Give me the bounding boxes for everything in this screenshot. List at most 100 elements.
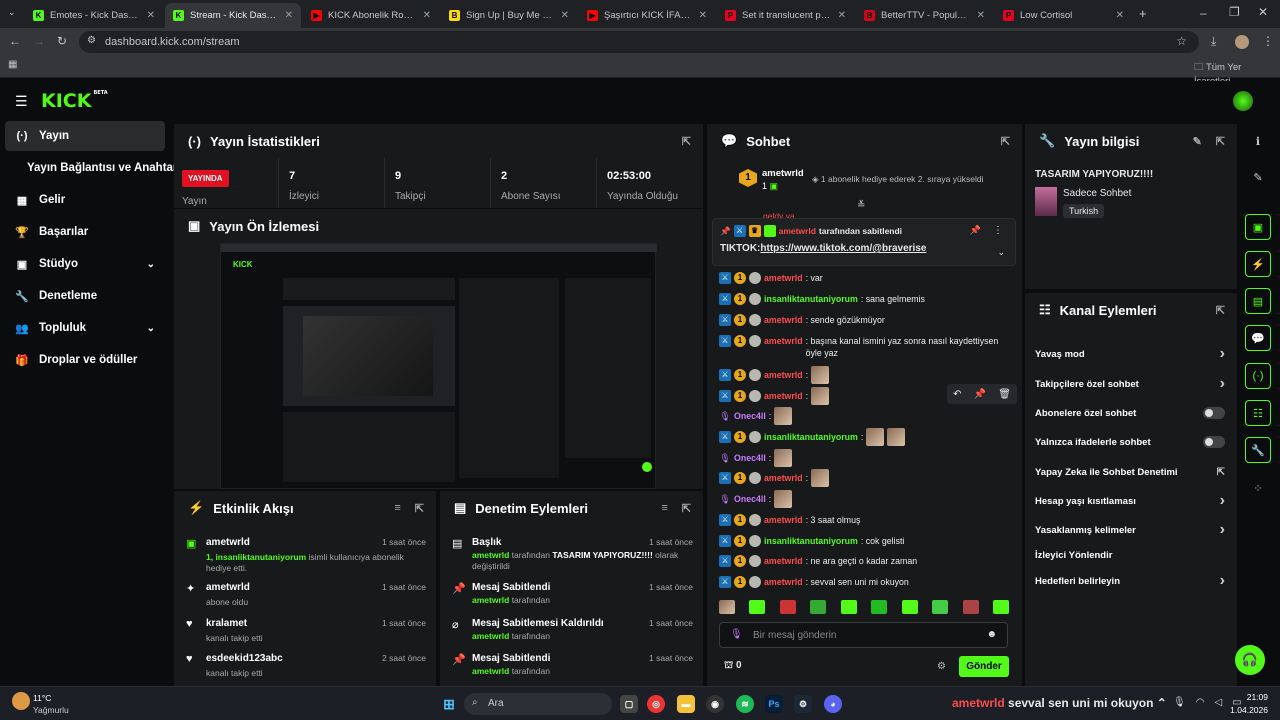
chat-username[interactable]: insanliktanutaniyorum bbox=[764, 293, 858, 305]
menu-kebab-icon[interactable]: ⋮ bbox=[1262, 34, 1274, 48]
channel-action-item[interactable]: Yalnızca ifadelerle sohbet bbox=[1035, 433, 1225, 451]
broadcast-icon[interactable]: (·) bbox=[1245, 363, 1271, 389]
chat-username[interactable]: Onec4ll bbox=[734, 493, 766, 505]
chat-message[interactable]: 🎙 Onec4ll: bbox=[719, 490, 1012, 508]
chat-message[interactable]: ⚔ 1 insanliktanutaniyorum: sana gelmemis bbox=[719, 293, 1012, 305]
restore-icon[interactable]: ❐ bbox=[1229, 5, 1240, 19]
mic-icon[interactable]: 🎙 bbox=[730, 629, 743, 640]
browser-tab[interactable]: B BetterTTV - Popular Emot ✕ bbox=[856, 3, 993, 28]
obs-icon[interactable]: ◉ bbox=[706, 695, 724, 713]
chat-message[interactable]: ⚔ 1 ametwrld: bbox=[719, 469, 1012, 487]
sidebar-item[interactable]: 👥 Topluluk ⌄ bbox=[5, 313, 165, 343]
sliders-icon[interactable]: ☷ bbox=[1245, 400, 1271, 426]
chat-message[interactable]: ⚔ 1 insanliktanutaniyorum: cok gelisti bbox=[719, 535, 1012, 547]
emote-icon[interactable] bbox=[749, 600, 766, 614]
volume-icon[interactable]: ◁ bbox=[1214, 697, 1222, 708]
channel-action-item[interactable]: Abonelere özel sohbet bbox=[1035, 404, 1225, 422]
channel-action-item[interactable]: Takipçilere özel sohbet › bbox=[1035, 375, 1225, 393]
browser-tab[interactable]: B Sign Up | Buy Me a Coffee ✕ bbox=[441, 3, 577, 28]
browser-tab[interactable]: K Emotes - Kick Dashboard ✕ bbox=[25, 3, 163, 28]
browser-tab[interactable]: P Set it translucent panosu ✕ bbox=[717, 3, 854, 28]
chat-message[interactable]: ⚔ 1 ametwrld: sevval sen uni mi okuyon bbox=[719, 576, 1012, 588]
popout-icon[interactable]: ⇱ bbox=[1001, 135, 1010, 148]
pinned-link[interactable]: https://www.tiktok.com/@braverise bbox=[760, 243, 926, 254]
sidebar-item[interactable]: ▣ Stüdyo ⌄ bbox=[5, 249, 165, 279]
windows-start-icon[interactable]: ⊞ bbox=[440, 695, 458, 713]
sidebar-item[interactable]: 🎁 Droplar ve ödüller bbox=[5, 345, 165, 375]
clock[interactable]: 21:09 1.04.2026 bbox=[1226, 692, 1268, 715]
channel-action-item[interactable]: Yavaş mod › bbox=[1035, 345, 1225, 363]
emote-icon[interactable] bbox=[779, 600, 796, 614]
filter-icon[interactable]: ≡ bbox=[661, 502, 667, 515]
top-gifter-name[interactable]: ametwrld bbox=[762, 168, 804, 179]
reply-icon[interactable]: ↶ bbox=[953, 389, 961, 400]
chat-settings-icon[interactable]: ⚙ bbox=[937, 661, 946, 672]
wifi-icon[interactable]: ◠ bbox=[1196, 697, 1205, 708]
sidebar-item[interactable]: (·) Yayın bbox=[5, 121, 165, 151]
hamburger-menu-icon[interactable]: ☰ bbox=[15, 93, 28, 110]
profile-avatar[interactable] bbox=[1235, 35, 1249, 49]
chevron-up-icon[interactable]: ⌃ bbox=[1157, 696, 1167, 710]
edit-icon[interactable]: ✎ bbox=[1245, 164, 1271, 190]
wrench-icon[interactable]: 🔧 bbox=[1245, 437, 1271, 463]
pin-icon[interactable]: 📌 bbox=[974, 389, 986, 400]
sidebar-item[interactable]: Yayın Bağlantısı ve Anahtarı bbox=[5, 153, 181, 183]
emote-icon[interactable] bbox=[992, 600, 1009, 614]
tab-close-icon[interactable]: ✕ bbox=[699, 10, 707, 21]
channel-points[interactable]: ⛫ 0 bbox=[724, 660, 742, 673]
stream-preview-video[interactable]: KICK bbox=[220, 243, 657, 489]
close-window-icon[interactable]: ✕ bbox=[1258, 5, 1268, 19]
chat-message[interactable]: ⚔ 1 insanliktanutaniyorum: bbox=[719, 428, 1012, 446]
kick-logo[interactable]: KICK BETA bbox=[41, 90, 108, 112]
tab-close-icon[interactable]: ✕ bbox=[977, 10, 985, 21]
tab-close-icon[interactable]: ✕ bbox=[561, 10, 569, 21]
channel-action-item[interactable]: Hesap yaşı kısıtlaması › bbox=[1035, 492, 1225, 510]
discord-icon[interactable]: ◕ bbox=[824, 695, 842, 713]
toggle-switch[interactable] bbox=[1203, 407, 1225, 419]
document-icon[interactable]: ▤ bbox=[1245, 288, 1271, 314]
toggle-switch[interactable] bbox=[1203, 436, 1225, 448]
bookmark-star-icon[interactable]: ☆ bbox=[1176, 34, 1187, 48]
tab-close-icon[interactable]: ✕ bbox=[423, 10, 431, 21]
send-button[interactable]: Gönder bbox=[959, 656, 1009, 677]
spotify-icon[interactable]: ≋ bbox=[736, 695, 754, 713]
pinned-menu-icon[interactable]: ⋮ bbox=[993, 225, 1003, 236]
chat-input[interactable]: 🎙 Bir mesaj gönderin ☻ bbox=[719, 622, 1008, 648]
chat-username[interactable]: ametwrld bbox=[764, 335, 803, 347]
lightning-icon[interactable]: ⚡ bbox=[1245, 251, 1271, 277]
clip-icon[interactable]: ▣ bbox=[1245, 214, 1271, 240]
tab-close-icon[interactable]: ✕ bbox=[1116, 10, 1124, 21]
channel-action-item[interactable]: Yapay Zeka ile Sohbet Denetimi ⇱ bbox=[1035, 463, 1225, 481]
tab-search-icon[interactable]: ⌄ bbox=[8, 7, 16, 18]
scroll-indicator-icon[interactable]: ≚ bbox=[857, 200, 865, 211]
download-icon[interactable]: ⤓ bbox=[1211, 34, 1216, 49]
chat-username[interactable]: insanliktanutaniyorum bbox=[764, 535, 858, 547]
chat-username[interactable]: ametwrld bbox=[764, 555, 803, 567]
emote-icon[interactable] bbox=[719, 600, 735, 614]
chat-username[interactable]: ametwrld bbox=[764, 272, 803, 284]
chrome-icon[interactable]: ◎ bbox=[647, 695, 665, 713]
browser-tab[interactable]: ▶ Şaşırtıcı KICK İFADELERİ v ✕ bbox=[579, 3, 715, 28]
photoshop-icon[interactable]: Ps bbox=[765, 695, 783, 713]
tab-close-icon[interactable]: ✕ bbox=[147, 10, 155, 21]
channel-action-item[interactable]: Hedefleri belirleyin › bbox=[1035, 572, 1225, 590]
chat-icon[interactable]: 💬 bbox=[1245, 325, 1271, 351]
chat-username[interactable]: ametwrld bbox=[764, 314, 803, 326]
channel-action-item[interactable]: Yasaklanmış kelimeler › bbox=[1035, 521, 1225, 539]
more-apps-icon[interactable]: ⁘ bbox=[1245, 475, 1271, 501]
taskbar-search[interactable]: ⌕ Ara bbox=[464, 693, 612, 715]
browser-tab[interactable]: P Low Cortisol ✕ bbox=[995, 3, 1132, 28]
category-thumbnail[interactable] bbox=[1035, 187, 1057, 216]
chat-username[interactable]: ametwrld bbox=[764, 472, 803, 484]
chat-username[interactable]: ametwrld bbox=[764, 390, 803, 402]
category-name[interactable]: Sadece Sohbet bbox=[1063, 188, 1131, 199]
expand-chevron-icon[interactable]: ⌄ bbox=[997, 247, 1005, 258]
pinned-message[interactable]: 📌 ⚔ ♛ ametwrld tarafından sabitlendi TIKTO… bbox=[712, 218, 1016, 266]
channel-action-item[interactable]: İzleyici Yönlendir bbox=[1035, 546, 1225, 564]
user-avatar[interactable] bbox=[1233, 91, 1253, 111]
task-view-icon[interactable]: ▢ bbox=[620, 695, 638, 713]
chat-username[interactable]: insanliktanutaniyorum bbox=[764, 431, 858, 443]
chat-message[interactable]: ⚔ 1 ametwrld: ne ara geçti o kadar zaman bbox=[719, 555, 1012, 567]
apps-grid-icon[interactable]: ▦ bbox=[8, 59, 17, 70]
popout-icon[interactable]: ⇱ bbox=[682, 502, 691, 515]
